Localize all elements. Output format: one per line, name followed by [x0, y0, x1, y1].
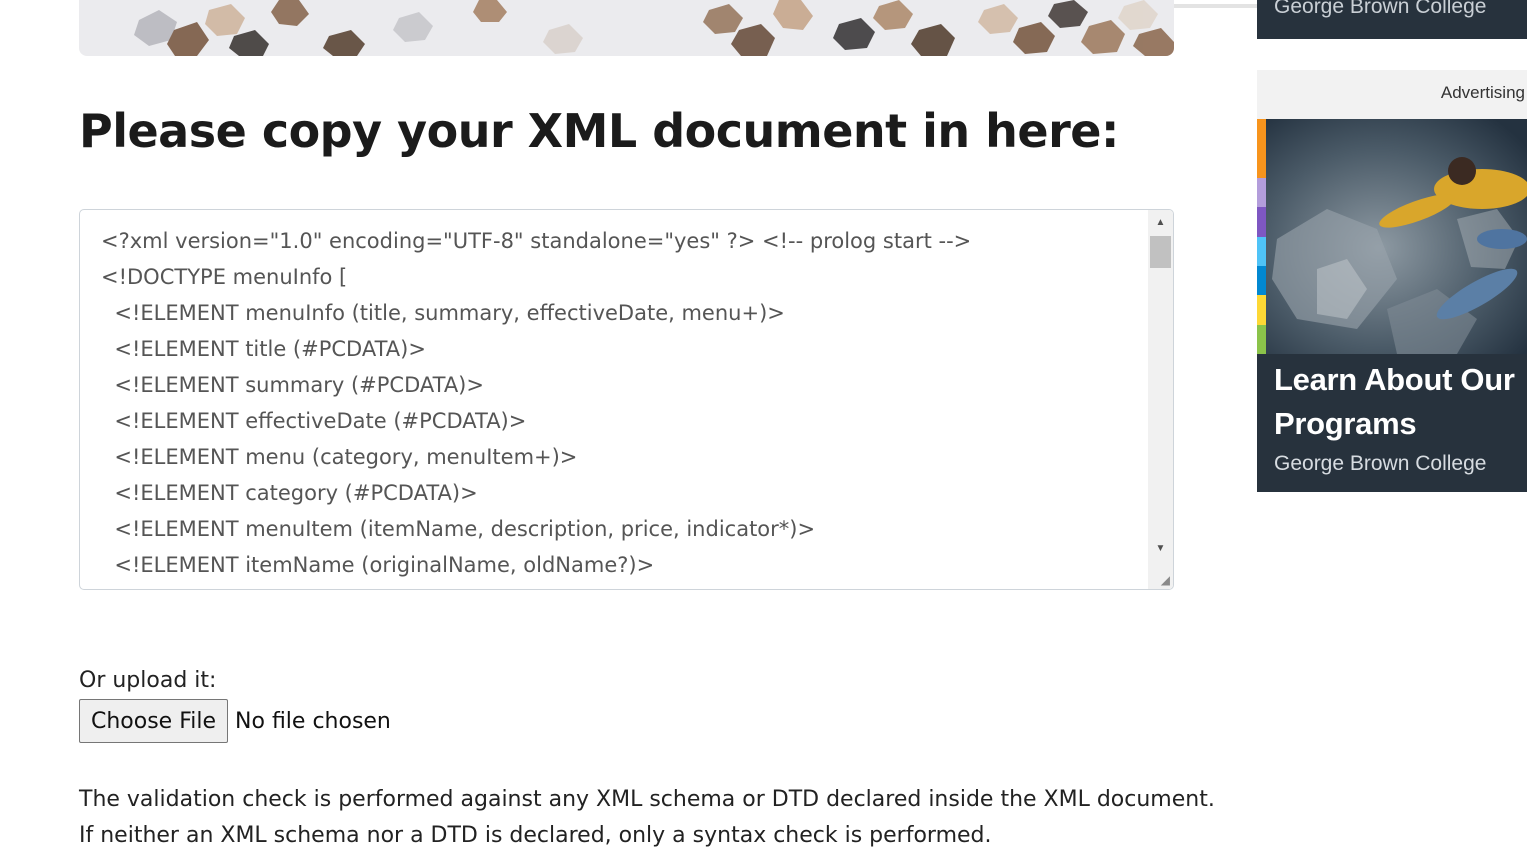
- ad-label: Advertising: [1440, 83, 1525, 102]
- info-line: If neither an XML schema nor a DTD is de…: [79, 823, 992, 848]
- xml-line: <!ELEMENT itemName (originalName, oldNam…: [101, 553, 655, 577]
- page: Please copy your XML document in here: <…: [0, 0, 1527, 864]
- xml-line: <!ELEMENT menuItem (itemName, descriptio…: [101, 517, 816, 541]
- textarea-scrollbar[interactable]: ▲ ▼: [1148, 210, 1173, 589]
- stripe: [1257, 295, 1266, 325]
- choose-file-button[interactable]: Choose File: [79, 699, 229, 743]
- ad-title[interactable]: Learn About Our Programs: [1274, 358, 1524, 446]
- xml-line: <!ELEMENT menu (category, menuItem+)>: [101, 445, 578, 469]
- xml-input-textarea[interactable]: <?xml version="1.0" encoding="UTF-8" sta…: [79, 209, 1174, 590]
- xml-line: <?xml version="1.0" encoding="UTF-8" sta…: [101, 229, 972, 253]
- info-line: The validation check is performed agains…: [79, 787, 1215, 812]
- xml-text-content: <?xml version="1.0" encoding="UTF-8" sta…: [101, 223, 1143, 583]
- stripe: [1257, 119, 1266, 149]
- stripe: [1257, 236, 1266, 266]
- triangle-up-icon[interactable]: ▲: [1148, 214, 1173, 232]
- stripe: [1257, 177, 1266, 208]
- xml-line: <!ELEMENT category (#PCDATA)>: [101, 481, 478, 505]
- ad-image[interactable]: [1257, 119, 1527, 354]
- xml-line: <!ELEMENT summary (#PCDATA)>: [101, 373, 484, 397]
- stripe: [1257, 324, 1266, 354]
- ad-color-stripes: [1257, 119, 1266, 354]
- ad-subtitle: George Brown College: [1274, 452, 1487, 475]
- file-upload-control: Choose File No file chosen: [79, 699, 391, 743]
- sidebar-top-card-text: George Brown College: [1274, 0, 1487, 18]
- sidebar-top-card[interactable]: George Brown College: [1257, 0, 1527, 39]
- stripe: [1257, 265, 1266, 296]
- validation-info: The validation check is performed agains…: [79, 782, 1215, 854]
- xml-line: <!ELEMENT effectiveDate (#PCDATA)>: [101, 409, 527, 433]
- xml-line: <!DOCTYPE menuInfo [: [101, 265, 348, 289]
- file-status-text: No file chosen: [235, 708, 391, 734]
- header-banner-image: [79, 0, 1174, 56]
- stripe: [1257, 148, 1266, 178]
- triangle-down-icon[interactable]: ▼: [1148, 540, 1173, 558]
- stripe: [1257, 207, 1266, 237]
- ad-text-panel[interactable]: Learn About Our Programs George Brown Co…: [1257, 354, 1527, 492]
- xml-line: <!ELEMENT title (#PCDATA)>: [101, 337, 426, 361]
- scrollbar-thumb[interactable]: [1150, 236, 1171, 268]
- resize-grip-icon[interactable]: ◢: [1156, 573, 1170, 587]
- advertisement[interactable]: Advertising Learn About Our Programs Geo…: [1257, 70, 1527, 492]
- upload-label: Or upload it:: [79, 668, 217, 693]
- xml-line: <!ELEMENT menuInfo (title, summary, effe…: [101, 301, 785, 325]
- page-title: Please copy your XML document in here:: [79, 104, 1119, 158]
